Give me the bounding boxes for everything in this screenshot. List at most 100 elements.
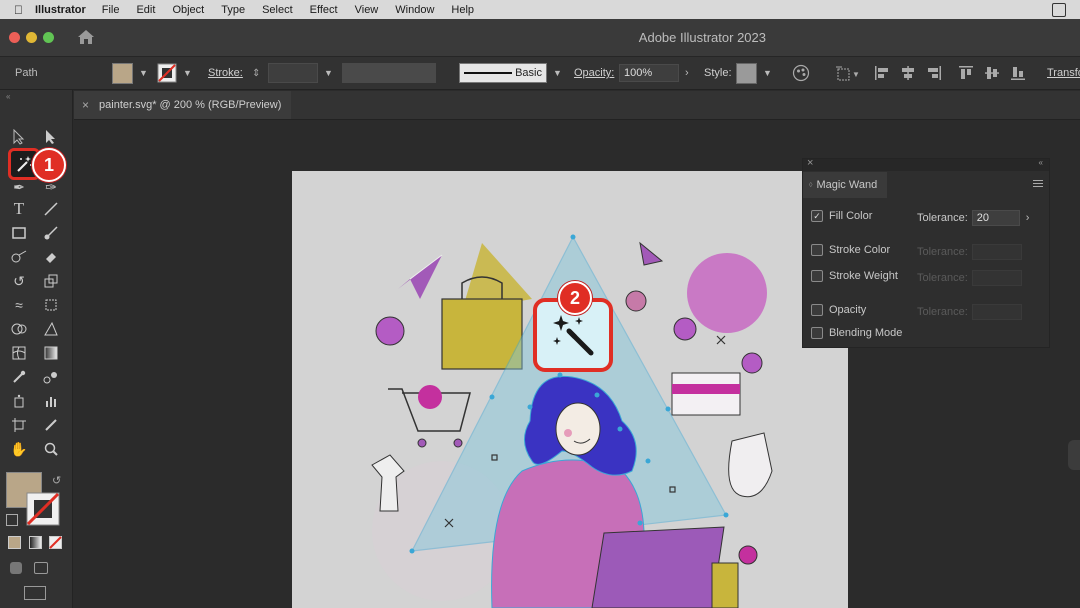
paper-plane[interactable]	[398, 255, 442, 299]
screen-mode-icon[interactable]	[24, 586, 46, 600]
chevron-down-icon[interactable]: ▼	[139, 68, 148, 78]
menu-window[interactable]: Window	[395, 4, 434, 16]
variable-width-profile[interactable]	[342, 57, 436, 89]
close-icon[interactable]: ×	[82, 98, 89, 112]
apple-icon[interactable]: 	[14, 3, 23, 17]
stroke-weight-row[interactable]: Stroke Weight	[811, 270, 898, 282]
woman-face[interactable]	[555, 402, 601, 456]
fill-swatch[interactable]	[112, 62, 133, 84]
eraser-icon[interactable]	[42, 248, 60, 266]
fill-color-row[interactable]: ✓ Fill Color	[811, 210, 872, 222]
opacity-input[interactable]: 100%	[619, 64, 679, 82]
collapse-panel-icon[interactable]: «	[6, 92, 10, 101]
curvature-icon[interactable]: ✑	[42, 178, 60, 196]
brush-definition[interactable]: Basic ▼	[459, 57, 562, 89]
chevron-down-icon[interactable]: ▼	[763, 68, 772, 78]
type-icon[interactable]: T	[10, 199, 28, 218]
shaper-icon[interactable]	[10, 248, 28, 266]
stroke-color-checkbox[interactable]	[811, 244, 823, 256]
swap-fill-stroke-icon[interactable]: ↺	[52, 474, 61, 487]
scale-icon[interactable]	[42, 272, 60, 290]
graph-icon[interactable]	[42, 392, 60, 410]
selection-icon[interactable]	[10, 128, 28, 146]
align-left-icon[interactable]	[874, 57, 890, 89]
ball-right[interactable]	[673, 317, 697, 341]
menu-select[interactable]: Select	[262, 4, 293, 16]
stroke-swatch-group[interactable]: ▼	[157, 57, 192, 89]
close-window-button[interactable]	[9, 32, 20, 43]
magic-wand-tab[interactable]: ◊ Magic Wand	[803, 172, 887, 198]
zoom-window-button[interactable]	[43, 32, 54, 43]
draw-mode-icon[interactable]	[10, 562, 22, 574]
align-center-icon[interactable]	[900, 57, 916, 89]
ball-far-right[interactable]	[741, 352, 763, 374]
rectangle-icon[interactable]	[10, 224, 28, 242]
menu-help[interactable]: Help	[451, 4, 474, 16]
stroke-weight-checkbox[interactable]	[811, 270, 823, 282]
opacity-field-group[interactable]: 100% ›	[619, 57, 689, 89]
slice-icon[interactable]	[42, 416, 60, 434]
bottle[interactable]	[728, 432, 773, 498]
document-tab[interactable]: × painter.svg* @ 200 % (RGB/Preview)	[74, 91, 292, 119]
blending-mode-row[interactable]: Blending Mode	[811, 327, 902, 339]
symbol-sprayer-icon[interactable]	[10, 392, 28, 410]
chevron-down-icon[interactable]: ▼	[553, 68, 562, 78]
paintbrush-icon[interactable]	[42, 224, 60, 242]
stroke-weight-stepper[interactable]: ⇕	[252, 57, 260, 89]
free-transform-icon[interactable]	[42, 296, 60, 314]
illustration[interactable]	[292, 171, 848, 608]
style-swatch[interactable]	[736, 62, 757, 84]
mesh-icon[interactable]	[10, 344, 28, 362]
chevron-down-icon[interactable]: ▼	[324, 68, 333, 78]
laptop[interactable]	[591, 526, 725, 608]
align-middle-icon[interactable]	[984, 57, 1000, 89]
opacity-checkbox[interactable]	[811, 304, 823, 316]
stroke-color-box[interactable]	[26, 492, 60, 526]
small-triangle[interactable]	[639, 241, 664, 266]
candy[interactable]	[625, 290, 647, 312]
stroke-color-row[interactable]: Stroke Color	[811, 244, 890, 256]
opacity-row[interactable]: Opacity	[811, 304, 866, 316]
menu-file[interactable]: File	[102, 4, 120, 16]
chevron-right-icon[interactable]: ›	[1026, 212, 1030, 224]
scrollbar-handle[interactable]	[1068, 440, 1080, 470]
opacity-label[interactable]: Opacity:	[574, 57, 614, 89]
status-menu-icon[interactable]	[1052, 3, 1066, 17]
menu-app-name[interactable]: Illustrator	[35, 4, 86, 16]
minimize-window-button[interactable]	[26, 32, 37, 43]
transform-link[interactable]: Transfo	[1047, 57, 1080, 89]
collapse-panel-icon[interactable]: «	[1039, 158, 1043, 167]
rotate-icon[interactable]: ↺	[10, 272, 28, 290]
hand-icon[interactable]: ✋	[10, 440, 28, 458]
fill-swatch-group[interactable]: ▼	[112, 57, 148, 89]
brush-field[interactable]: Basic	[459, 63, 547, 83]
artboard[interactable]	[292, 171, 848, 608]
color-mode-icon[interactable]	[8, 536, 21, 549]
profile-field[interactable]	[342, 63, 436, 83]
stroke-weight-field-group[interactable]: ▼	[268, 57, 333, 89]
fill-color-checkbox[interactable]: ✓	[811, 210, 823, 222]
gradient-mode-icon[interactable]	[29, 536, 42, 549]
stroke-none-swatch[interactable]	[157, 63, 177, 83]
align-bottom-icon[interactable]	[1010, 57, 1026, 89]
panel-header-bar[interactable]: × «	[803, 157, 1049, 171]
drink-glass[interactable]	[711, 562, 739, 608]
close-icon[interactable]: ×	[807, 157, 813, 169]
shopping-bag[interactable]	[441, 298, 523, 370]
pen-icon[interactable]: ✒	[10, 178, 28, 196]
style-swatch-group[interactable]: ▼	[736, 57, 772, 89]
expand-icon[interactable]: ◊	[809, 182, 812, 189]
menu-edit[interactable]: Edit	[136, 4, 155, 16]
purple-circle[interactable]	[687, 253, 767, 333]
width-icon[interactable]: ≈	[10, 296, 28, 314]
menu-view[interactable]: View	[355, 4, 379, 16]
menu-effect[interactable]: Effect	[310, 4, 338, 16]
draw-inside-icon[interactable]	[34, 562, 48, 574]
default-fill-stroke-icon[interactable]	[6, 514, 18, 526]
gradient-icon[interactable]	[42, 344, 60, 362]
artboard-icon[interactable]	[10, 416, 28, 434]
none-mode-icon[interactable]	[49, 536, 62, 549]
chevron-right-icon[interactable]: ›	[685, 67, 689, 79]
stroke-weight-input[interactable]	[268, 63, 318, 83]
menu-icon[interactable]	[1033, 180, 1043, 187]
